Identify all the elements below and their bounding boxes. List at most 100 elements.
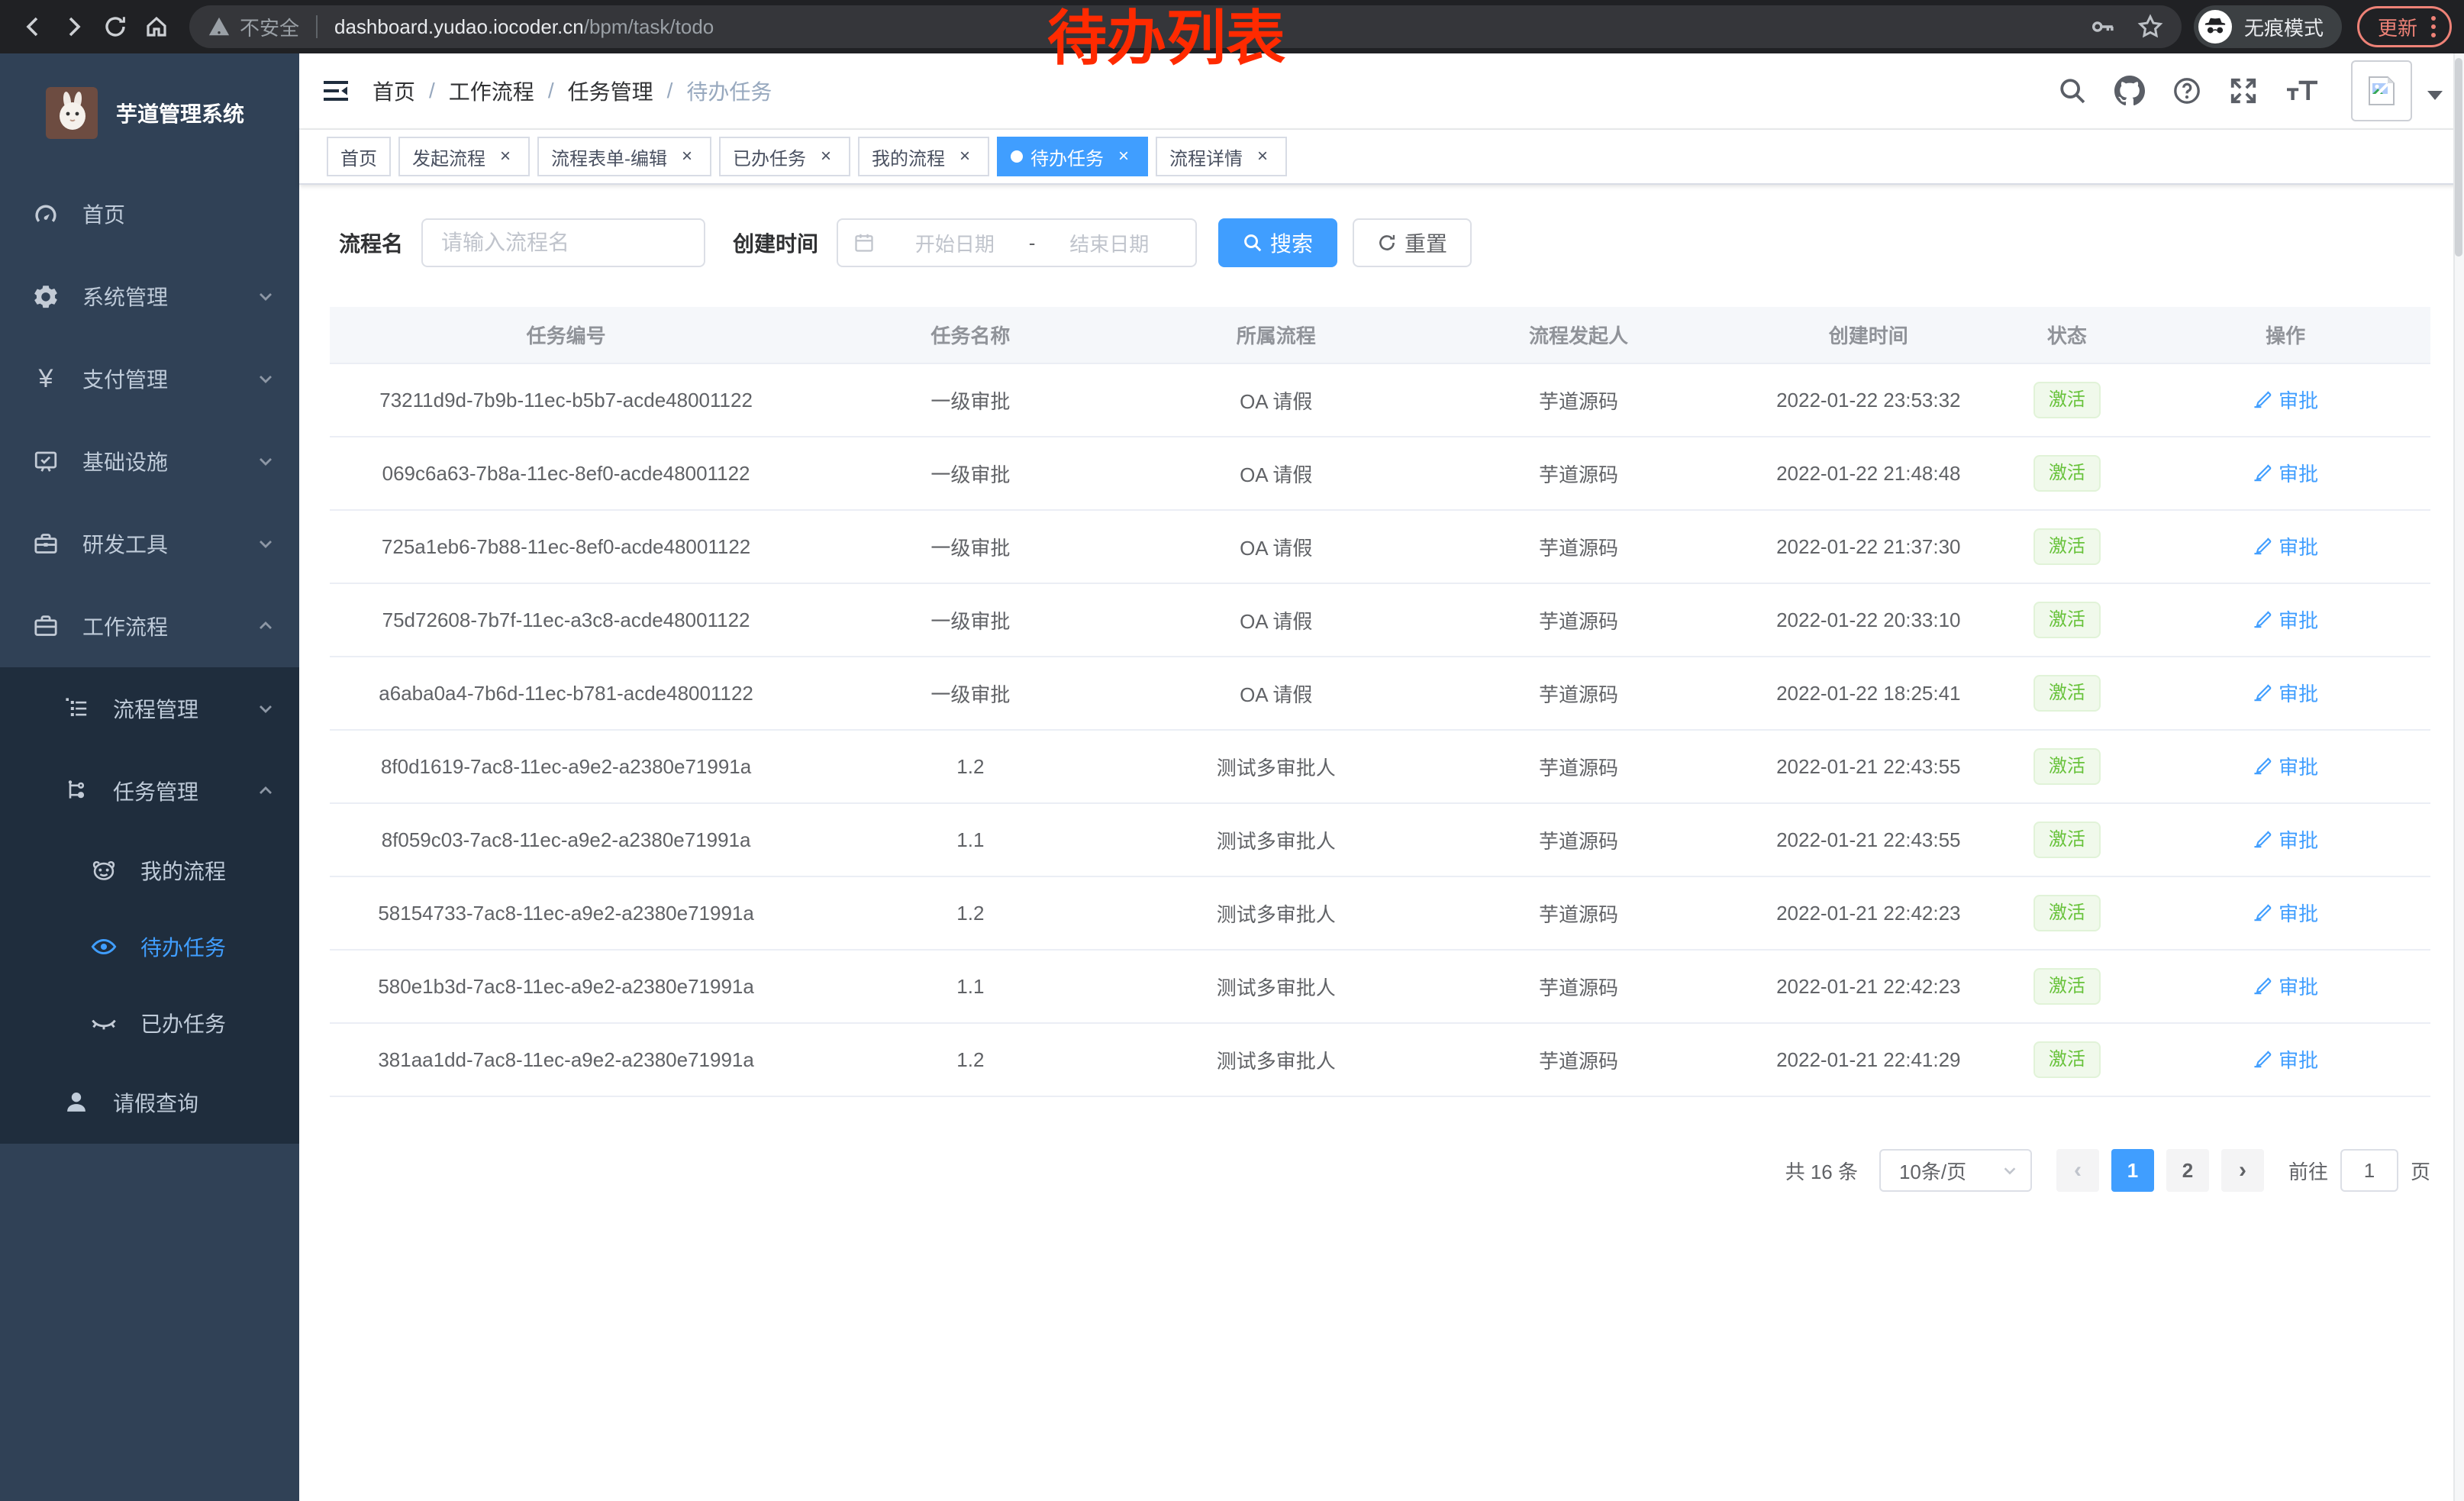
search-icon[interactable]	[2044, 76, 2101, 105]
breadcrumb-workflow[interactable]: 工作流程	[449, 76, 534, 106]
sidebar-toggle-icon[interactable]	[299, 53, 373, 128]
page-size-select[interactable]: 10条/页	[1879, 1149, 2032, 1192]
sidebar-item-label: 研发工具	[82, 528, 168, 559]
approve-link-label: 审批	[2279, 532, 2318, 560]
tab-home[interactable]: 首页	[327, 137, 391, 176]
action-cell: 审批	[2140, 363, 2430, 437]
approve-link[interactable]: 审批	[2253, 386, 2318, 414]
created-cell: 2022-01-22 18:25:41	[1743, 657, 1993, 730]
edit-pencil-icon	[2253, 1049, 2272, 1069]
approve-link[interactable]: 审批	[2253, 899, 2318, 927]
update-button[interactable]: 更新	[2357, 6, 2452, 47]
sidebar-item-dev-tools[interactable]: 研发工具	[0, 502, 299, 585]
tab-done-task[interactable]: 已办任务 ×	[719, 137, 850, 176]
approve-link[interactable]: 审批	[2253, 825, 2318, 854]
forward-icon[interactable]	[53, 6, 95, 47]
close-icon[interactable]: ×	[676, 146, 698, 167]
date-range-picker[interactable]: 开始日期 - 结束日期	[837, 218, 1197, 267]
security-warning-icon[interactable]	[208, 15, 231, 38]
chevron-up-icon	[256, 782, 275, 800]
end-date-placeholder: 结束日期	[1038, 229, 1180, 257]
process-name-label: 流程名	[339, 228, 403, 258]
close-icon[interactable]: ×	[954, 146, 976, 167]
sidebar-item-system[interactable]: 系统管理	[0, 255, 299, 337]
close-icon[interactable]: ×	[1252, 146, 1273, 167]
tab-start-process[interactable]: 发起流程 ×	[398, 137, 530, 176]
approve-link[interactable]: 审批	[2253, 752, 2318, 780]
column-header-status: 状态	[1994, 307, 2141, 363]
workflow-submenu: 流程管理 任务管理	[0, 667, 299, 1144]
sidebar-item-home[interactable]: 首页	[0, 173, 299, 255]
table-row: 580e1b3d-7ac8-11ec-a9e2-a2380e71991a 1.1…	[330, 950, 2430, 1023]
browser-menu-icon[interactable]	[2431, 16, 2436, 37]
next-page-button[interactable]: ›	[2221, 1149, 2264, 1192]
password-key-icon[interactable]	[2090, 14, 2116, 40]
tab-todo-task[interactable]: 待办任务 ×	[997, 137, 1148, 176]
search-button[interactable]: 搜索	[1218, 218, 1337, 267]
starter-cell: 芋道源码	[1414, 1023, 1743, 1096]
bookmark-star-icon[interactable]	[2137, 14, 2163, 40]
home-icon[interactable]	[136, 6, 177, 47]
page-scrollbar[interactable]	[2453, 53, 2464, 1501]
sidebar-item-payment[interactable]: ¥ 支付管理	[0, 337, 299, 420]
chevron-down-icon	[256, 534, 275, 553]
close-icon[interactable]: ×	[495, 146, 516, 167]
help-icon[interactable]	[2159, 76, 2215, 105]
back-icon[interactable]	[12, 6, 53, 47]
tab-process-detail[interactable]: 流程详情 ×	[1156, 137, 1287, 176]
app-title: 芋道管理系统	[116, 98, 244, 128]
close-icon[interactable]: ×	[1113, 146, 1134, 167]
table-row: 069c6a63-7b8a-11ec-8ef0-acde48001122 一级审…	[330, 437, 2430, 510]
sidebar-item-my-process[interactable]: 我的流程	[0, 832, 299, 909]
status-cell: 激活	[1994, 950, 2141, 1023]
user-avatar[interactable]	[2351, 60, 2412, 121]
sidebar-item-workflow[interactable]: 工作流程	[0, 585, 299, 667]
task-id-cell: 381aa1dd-7ac8-11ec-a9e2-a2380e71991a	[330, 1023, 802, 1096]
sidebar-item-label: 支付管理	[82, 363, 168, 394]
approve-link-label: 审批	[2279, 386, 2318, 414]
sidebar-item-task-management[interactable]: 任务管理	[0, 750, 299, 832]
status-badge: 激活	[2033, 455, 2101, 492]
column-header-starter: 流程发起人	[1414, 307, 1743, 363]
tab-my-process[interactable]: 我的流程 ×	[858, 137, 989, 176]
close-icon[interactable]: ×	[815, 146, 837, 167]
sidebar-item-leave-query[interactable]: 请假查询	[0, 1061, 299, 1144]
table-row: a6aba0a4-7b6d-11ec-b781-acde48001122 一级审…	[330, 657, 2430, 730]
page-button-2[interactable]: 2	[2166, 1149, 2209, 1192]
fullscreen-icon[interactable]	[2215, 76, 2272, 105]
approve-link[interactable]: 审批	[2253, 532, 2318, 560]
tab-process-form-edit[interactable]: 流程表单-编辑 ×	[537, 137, 711, 176]
sidebar-item-infrastructure[interactable]: 基础设施	[0, 420, 299, 502]
sidebar-item-todo-task[interactable]: 待办任务	[0, 909, 299, 985]
reset-button[interactable]: 重置	[1353, 218, 1472, 267]
sidebar-item-process-management[interactable]: 流程管理	[0, 667, 299, 750]
breadcrumb-task-management[interactable]: 任务管理	[568, 76, 653, 106]
approve-link[interactable]: 审批	[2253, 972, 2318, 1000]
avatar-dropdown-caret-icon[interactable]	[2427, 91, 2443, 100]
monitor-icon	[31, 448, 61, 474]
sidebar-item-done-task[interactable]: 已办任务	[0, 985, 299, 1061]
column-header-task-name: 任务名称	[802, 307, 1138, 363]
approve-link[interactable]: 审批	[2253, 459, 2318, 487]
goto-page: 前往 页	[2288, 1149, 2430, 1192]
edit-pencil-icon	[2253, 829, 2272, 849]
process-cell: OA 请假	[1139, 657, 1414, 730]
app-logo[interactable]: 芋道管理系统	[0, 53, 299, 173]
scrollbar-thumb[interactable]	[2455, 58, 2462, 257]
process-cell: 测试多审批人	[1139, 803, 1414, 876]
approve-link[interactable]: 审批	[2253, 1045, 2318, 1073]
table-row: 73211d9d-7b9b-11ec-b5b7-acde48001122 一级审…	[330, 363, 2430, 437]
page-button-1[interactable]: 1	[2111, 1149, 2154, 1192]
table-row: 725a1eb6-7b88-11ec-8ef0-acde48001122 一级审…	[330, 510, 2430, 583]
reload-icon[interactable]	[95, 6, 136, 47]
font-size-icon[interactable]	[2272, 77, 2333, 105]
process-name-input[interactable]	[421, 218, 705, 267]
approve-link[interactable]: 审批	[2253, 679, 2318, 707]
goto-page-input[interactable]	[2340, 1149, 2398, 1192]
approve-link[interactable]: 审批	[2253, 605, 2318, 634]
tab-label: 首页	[340, 144, 377, 170]
created-cell: 2022-01-21 22:41:29	[1743, 1023, 1993, 1096]
prev-page-button[interactable]: ‹	[2056, 1149, 2099, 1192]
breadcrumb-home[interactable]: 首页	[373, 76, 415, 106]
github-icon[interactable]	[2101, 76, 2159, 106]
